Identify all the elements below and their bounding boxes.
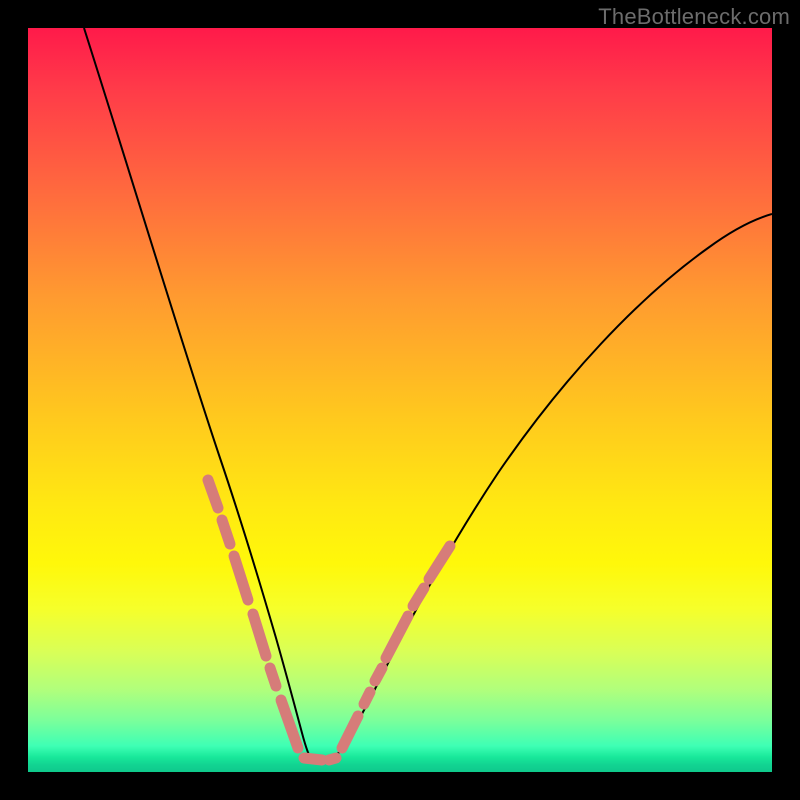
right-curve: [333, 214, 772, 760]
beads-left: [208, 480, 298, 748]
watermark-text: TheBottleneck.com: [598, 4, 790, 30]
plot-area: [28, 28, 772, 772]
chart-frame: TheBottleneck.com: [0, 0, 800, 800]
left-curve: [84, 28, 312, 760]
beads-bottom: [304, 758, 336, 760]
beads-right: [342, 546, 450, 748]
curve-layer: [28, 28, 772, 772]
